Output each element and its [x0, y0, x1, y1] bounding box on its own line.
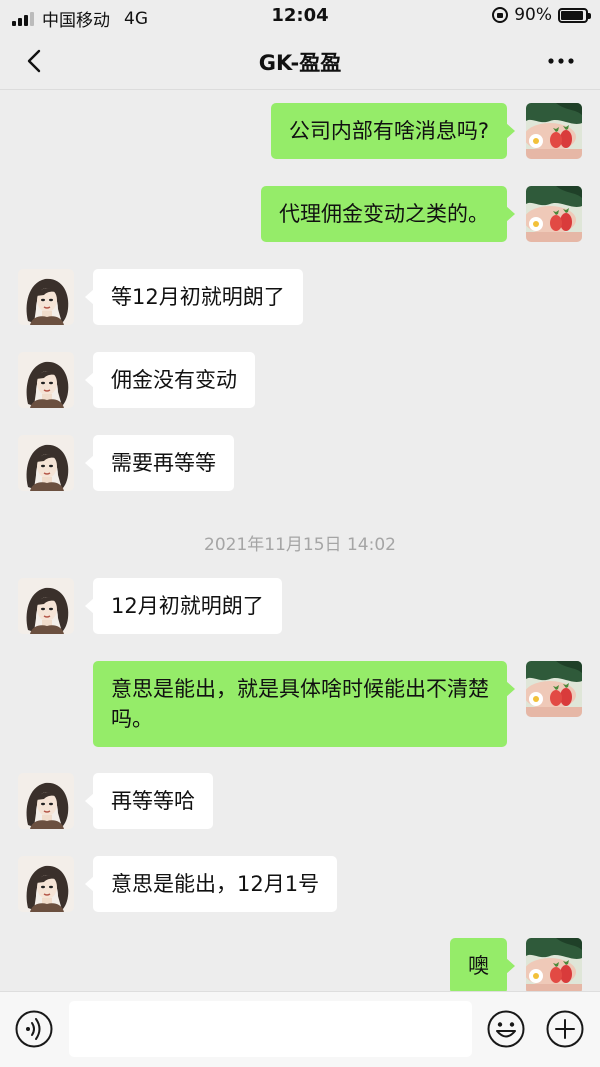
contact-avatar[interactable] [18, 856, 74, 912]
plus-icon[interactable] [545, 1009, 585, 1049]
status-right: 90% [492, 5, 591, 25]
chat-title: GK-盈盈 [258, 51, 342, 75]
contact-avatar[interactable] [18, 435, 74, 491]
battery-percent: 90% [514, 5, 552, 25]
emoji-icon[interactable] [486, 1009, 526, 1049]
contact-avatar[interactable] [18, 352, 74, 408]
message-bubble[interactable]: 意思是能出，12月1号 [84, 856, 338, 912]
rotation-lock-icon [492, 7, 509, 23]
battery-icon [558, 7, 591, 23]
my-avatar[interactable] [526, 103, 582, 159]
contact-avatar[interactable] [18, 773, 74, 829]
ellipsis-icon[interactable] [544, 48, 578, 74]
input-bar [0, 991, 600, 1067]
message-bubble[interactable]: 公司内部有啥消息吗? [270, 103, 516, 159]
message-input[interactable] [69, 1001, 472, 1057]
my-avatar[interactable] [526, 938, 582, 991]
voice-icon[interactable] [14, 1009, 54, 1049]
status-bar: 中国移动 4G 12:04 90% [0, 0, 600, 32]
message-bubble[interactable]: 佣金没有变动 [85, 352, 255, 408]
message-bubble[interactable]: 噢 [450, 938, 515, 991]
contact-avatar[interactable] [18, 269, 74, 325]
message-bubble[interactable]: 代理佣金变动之类的。 [261, 186, 515, 242]
message-bubble[interactable]: 12月初就明朗了 [85, 578, 282, 634]
message-list[interactable]: 公司内部有啥消息吗? 代理佣金变动之类的。 等12月初就明朗了 佣金没有变动 需… [0, 91, 600, 991]
message-bubble[interactable]: 意思是能出，就是具体啥时候能出不清楚吗。 [93, 661, 515, 747]
message-bubble[interactable]: 等12月初就明朗了 [85, 269, 303, 325]
contact-avatar[interactable] [18, 578, 74, 634]
my-avatar[interactable] [526, 186, 582, 242]
message-timestamp: 2021年11月15日 14:02 [204, 535, 396, 555]
my-avatar[interactable] [526, 661, 582, 717]
chat-screen: 中国移动 4G 12:04 90% GK-盈盈 公司内部有啥消息吗? 代理佣金变… [0, 0, 600, 1067]
nav-bar: GK-盈盈 [0, 32, 600, 90]
message-bubble[interactable]: 再等等哈 [85, 773, 213, 829]
message-bubble[interactable]: 需要再等等 [85, 435, 234, 491]
